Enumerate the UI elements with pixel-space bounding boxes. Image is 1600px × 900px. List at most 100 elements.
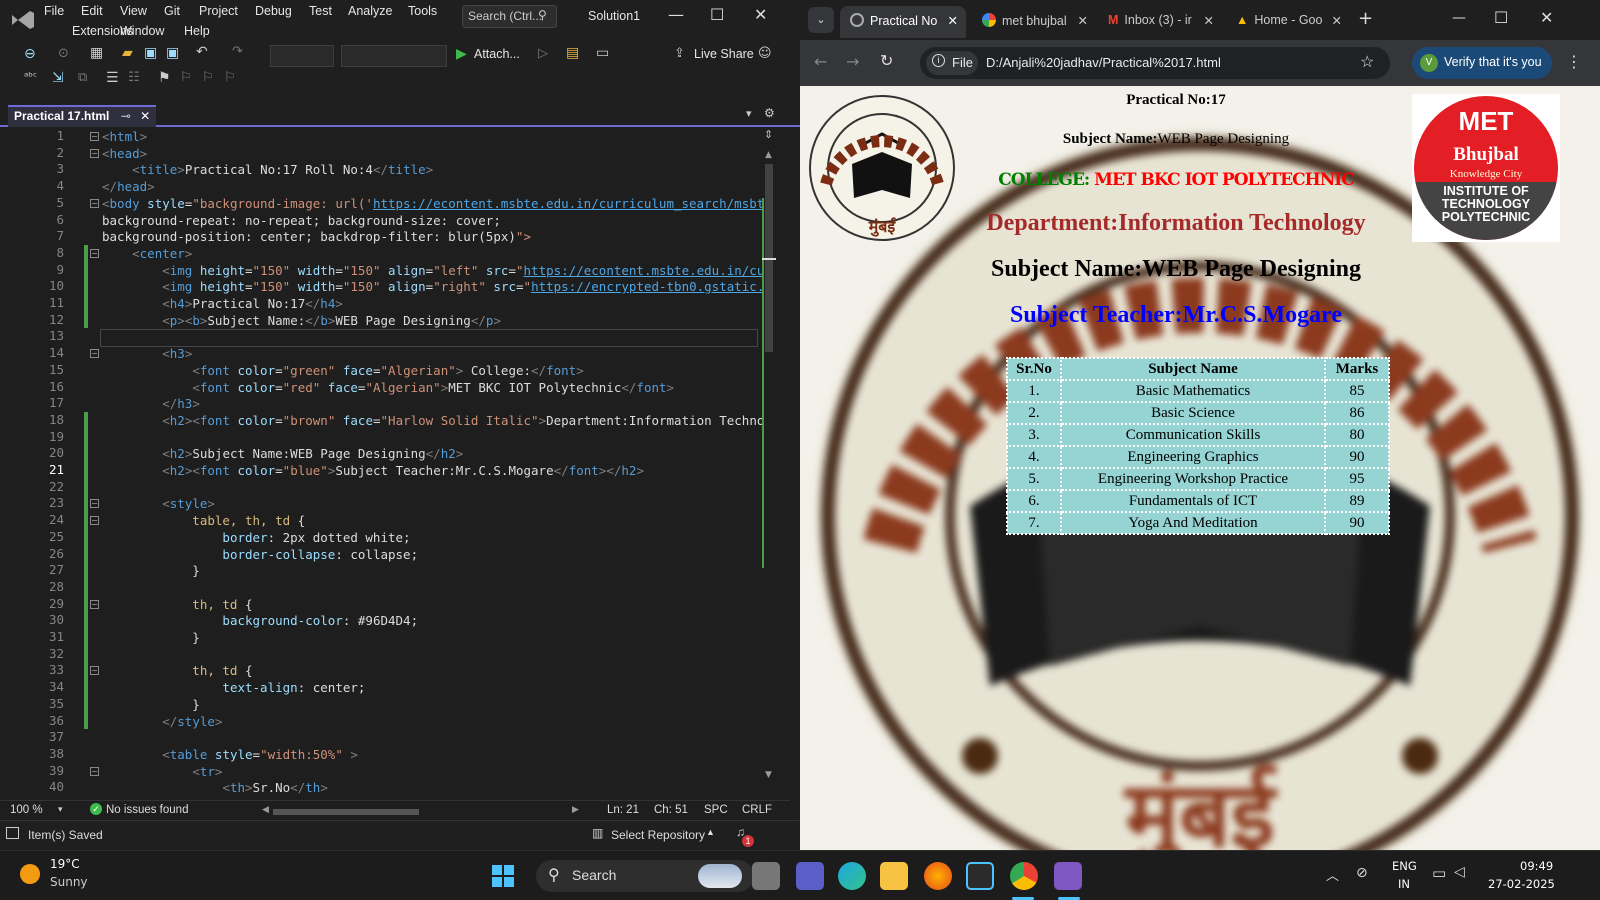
show-hidden-icons-icon[interactable]: ︿ bbox=[1326, 865, 1339, 884]
weather-temp[interactable]: 19°C bbox=[50, 857, 80, 871]
code-line[interactable]: border: 2px dotted white; bbox=[102, 529, 410, 546]
vertical-scrollbar[interactable]: ⇕ ▲ ▼ bbox=[762, 128, 776, 800]
code-line[interactable]: <th>Sr.No</th> bbox=[102, 779, 327, 796]
menu-file[interactable]: File bbox=[44, 4, 64, 18]
sun-weather-icon[interactable] bbox=[20, 864, 40, 884]
code-line[interactable]: <title>Practical No:17 Roll No:4</title> bbox=[102, 161, 433, 178]
select-repository-button[interactable]: Select Repository bbox=[611, 828, 705, 842]
chrome-tab-close-icon[interactable]: ✕ bbox=[948, 13, 958, 28]
forward-icon[interactable]: ⊙ bbox=[58, 46, 69, 61]
menu-test[interactable]: Test bbox=[309, 4, 332, 18]
code-line[interactable]: } bbox=[102, 629, 200, 646]
chrome-menu-icon[interactable]: ⋮ bbox=[1566, 52, 1582, 71]
url-text[interactable]: D:/Anjali%20jadhav/Practical%2017.html bbox=[986, 55, 1221, 70]
weather-desc[interactable]: Sunny bbox=[50, 875, 88, 889]
configuration-dropdown[interactable] bbox=[270, 45, 334, 67]
code-line[interactable]: <font color="green" face="Algerian"> Col… bbox=[102, 362, 583, 379]
start-debug-icon[interactable]: ▶ bbox=[456, 46, 467, 62]
task-view-icon[interactable] bbox=[752, 862, 780, 890]
close-icon[interactable]: ✕ bbox=[754, 5, 767, 24]
new-tab-icon[interactable]: + bbox=[1358, 8, 1373, 29]
clock-time[interactable]: 09:49 bbox=[1520, 859, 1553, 873]
minimize-icon[interactable]: — bbox=[668, 5, 684, 24]
line-indicator[interactable]: Ln: 21 bbox=[607, 804, 639, 816]
issues-status[interactable]: No issues found bbox=[106, 804, 188, 816]
run-without-debug-icon[interactable]: ▷ bbox=[538, 46, 548, 61]
code-line[interactable]: text-align: center; bbox=[102, 679, 365, 696]
chrome-tab-close-icon[interactable]: ✕ bbox=[1078, 13, 1088, 28]
back-icon[interactable]: ⊖ bbox=[24, 46, 36, 62]
code-line[interactable]: background-position: center; backdrop-fi… bbox=[102, 228, 531, 245]
fold-toggle-icon[interactable]: − bbox=[90, 666, 99, 675]
hscroll-left-icon[interactable]: ◀ bbox=[262, 804, 269, 815]
fold-toggle-icon[interactable]: − bbox=[90, 767, 99, 776]
scroll-up-icon[interactable]: ▲ bbox=[765, 150, 772, 160]
code-line[interactable]: <style> bbox=[102, 495, 215, 512]
chrome-taskbar-icon[interactable] bbox=[1010, 862, 1038, 890]
code-line[interactable]: <font color="red" face="Algerian">MET BK… bbox=[102, 379, 674, 396]
code-line[interactable]: table, th, td { bbox=[102, 512, 305, 529]
code-line[interactable]: background-color: #96D4D4; bbox=[102, 612, 418, 629]
attach-button[interactable]: Attach... bbox=[474, 47, 520, 61]
forward-arrow-icon[interactable]: → bbox=[846, 52, 859, 71]
code-line[interactable]: <head> bbox=[102, 145, 147, 162]
repo-up-arrow-icon[interactable]: ▲ bbox=[706, 827, 715, 837]
menu-git[interactable]: Git bbox=[164, 4, 180, 18]
code-line[interactable]: <html> bbox=[102, 128, 147, 145]
code-area[interactable]: <html> <head> <title>Practical No:17 Roll… bbox=[102, 128, 762, 800]
firefox-icon[interactable] bbox=[924, 862, 952, 890]
verify-account-chip[interactable]: V Verify that it's you bbox=[1412, 47, 1552, 79]
scroll-down-icon[interactable]: ▼ bbox=[765, 770, 772, 780]
tab-list-dropdown-icon[interactable]: ▾ bbox=[746, 107, 752, 120]
split-icon[interactable]: ⇕ bbox=[764, 128, 773, 141]
zoom-level[interactable]: 100 % bbox=[10, 804, 43, 816]
menu-window[interactable]: Window bbox=[120, 24, 164, 38]
code-line[interactable]: th, td { bbox=[102, 596, 252, 613]
code-line[interactable]: <tr> bbox=[102, 763, 222, 780]
clock-date[interactable]: 27-02-2025 bbox=[1488, 877, 1555, 891]
code-line[interactable]: </h3> bbox=[102, 395, 200, 412]
code-line[interactable]: </style> bbox=[102, 713, 222, 730]
chrome-tab-close-icon[interactable]: ✕ bbox=[1204, 13, 1214, 28]
spellcheck-icon[interactable]: ᵃᵇᶜ bbox=[24, 70, 37, 83]
code-line[interactable]: <img height="150" width="150" align="lef… bbox=[102, 262, 762, 279]
chrome-tab-practical[interactable]: Practical No ✕ bbox=[840, 6, 966, 38]
chrome-minimize-icon[interactable]: — bbox=[1452, 10, 1466, 26]
back-arrow-icon[interactable]: ← bbox=[814, 52, 827, 71]
volume-icon[interactable]: ◁ bbox=[1454, 864, 1465, 880]
code-line[interactable]: th, td { bbox=[102, 662, 252, 679]
redo-icon[interactable]: ↷ bbox=[232, 44, 243, 59]
save-all-icon[interactable]: ▣ bbox=[166, 45, 179, 61]
code-line[interactable]: <center> bbox=[102, 245, 192, 262]
horizontal-scrollbar-thumb[interactable] bbox=[273, 809, 419, 815]
code-line[interactable]: </head> bbox=[102, 178, 155, 195]
uncomment-icon[interactable]: ☷ bbox=[128, 70, 140, 85]
code-line[interactable]: } bbox=[102, 562, 200, 579]
chrome-tab-close-icon[interactable]: ✕ bbox=[1332, 13, 1342, 28]
code-line[interactable]: <img height="150" width="150" align="rig… bbox=[102, 278, 762, 295]
fold-toggle-icon[interactable]: − bbox=[90, 600, 99, 609]
code-line[interactable]: <p><b>Subject Name:</b>WEB Page Designin… bbox=[102, 312, 501, 329]
maximize-icon[interactable]: ☐ bbox=[710, 5, 724, 24]
address-bar[interactable]: i File D:/Anjali%20jadhav/Practical%2017… bbox=[920, 47, 1390, 79]
live-share-button[interactable]: Live Share bbox=[694, 47, 754, 61]
line-ending-indicator[interactable]: CRLF bbox=[742, 804, 772, 816]
save-icon[interactable]: ▣ bbox=[144, 45, 157, 61]
output-window-icon[interactable] bbox=[6, 827, 19, 839]
menu-project[interactable]: Project bbox=[199, 4, 238, 18]
fold-toggle-icon[interactable]: − bbox=[90, 149, 99, 158]
clear-bookmarks-icon[interactable]: ⚐ bbox=[224, 70, 236, 85]
hscroll-right-icon[interactable]: ▶ bbox=[572, 804, 579, 815]
bookmark-icon[interactable]: ⚑ bbox=[158, 70, 171, 86]
chrome-tab-inbox[interactable]: M Inbox (3) - ir ✕ bbox=[1098, 6, 1222, 38]
menu-tools[interactable]: Tools bbox=[408, 4, 437, 18]
menu-view[interactable]: View bbox=[120, 4, 147, 18]
fold-toggle-icon[interactable]: − bbox=[90, 132, 99, 141]
fold-toggle-icon[interactable]: − bbox=[90, 349, 99, 358]
fold-toggle-icon[interactable]: − bbox=[90, 516, 99, 525]
tab-search-icon[interactable]: ⌄ bbox=[808, 7, 834, 33]
prev-bookmark-icon[interactable]: ⚐ bbox=[180, 70, 192, 85]
code-line[interactable]: background-repeat: no-repeat; background… bbox=[102, 212, 501, 229]
code-line[interactable]: <h2><font color="brown" face="Harlow Sol… bbox=[102, 412, 762, 429]
code-line[interactable]: <h2>Subject Name:WEB Page Designing</h2> bbox=[102, 445, 463, 462]
